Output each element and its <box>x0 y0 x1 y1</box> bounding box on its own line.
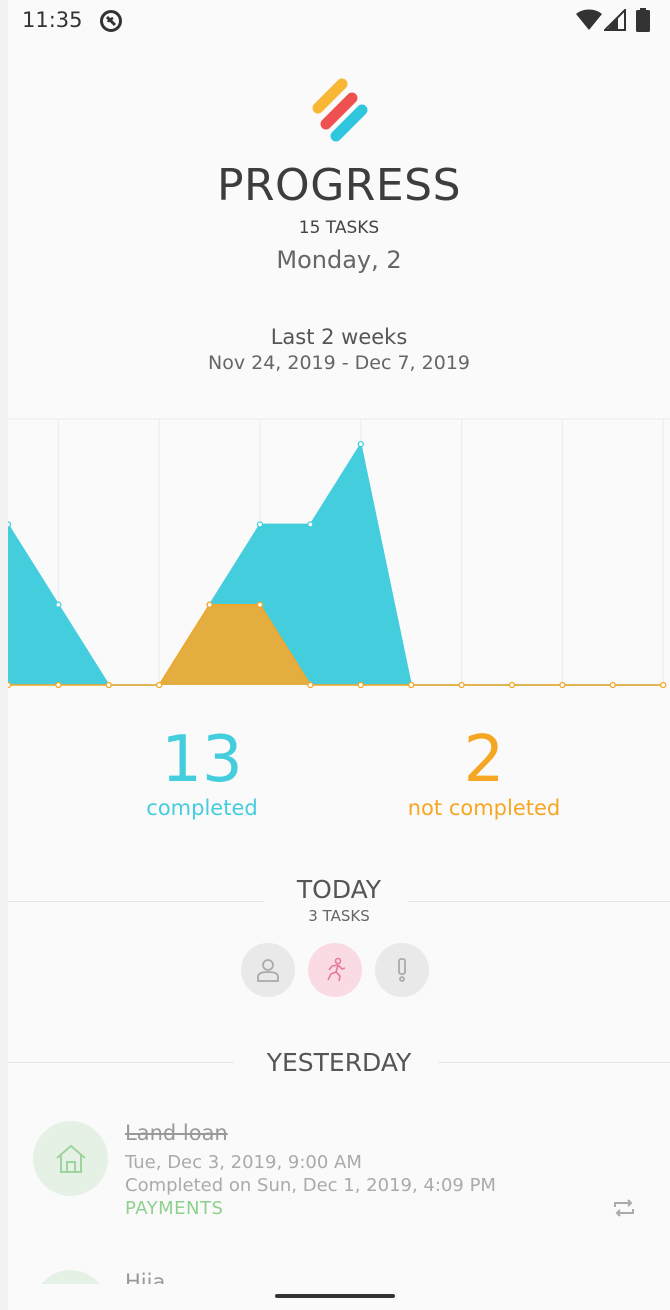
progress-screen: 11:35 PROGRESS 15 TASKS Monday, 2 Last 2… <box>8 0 670 1310</box>
data-point-not-completed <box>55 681 62 689</box>
progress-chart <box>8 418 670 689</box>
home-indicator[interactable] <box>275 1294 395 1298</box>
data-point-not-completed <box>8 681 12 689</box>
signal-icon <box>604 9 626 31</box>
data-point-not-completed <box>256 601 264 608</box>
task-count: 15 TASKS <box>298 218 380 238</box>
completed-stat: 13 completed <box>72 722 332 820</box>
not-completed-stat: 2 not completed <box>354 722 614 820</box>
task-completed-date: Completed on Sun, Dec 1, 2019, 4:09 PM <box>125 1175 496 1196</box>
current-date: Monday, 2 <box>276 246 402 274</box>
task-category-label: PAYMENTS <box>125 1198 224 1219</box>
task-category-icon[interactable] <box>33 1121 108 1196</box>
status-time: 11:35 <box>22 8 83 32</box>
data-point-completed <box>307 521 314 528</box>
range-title: Last 2 weeks <box>270 325 408 349</box>
exclamation-icon <box>398 958 406 982</box>
series-area-completed <box>8 444 664 685</box>
not-completed-label: not completed <box>407 796 561 820</box>
data-point-not-completed <box>559 681 566 689</box>
data-point-not-completed <box>660 681 667 689</box>
category-important[interactable] <box>375 943 429 997</box>
range-dates: Nov 24, 2019 - Dec 7, 2019 <box>208 352 470 374</box>
runner-icon <box>327 957 346 982</box>
today-task-count: 3 TASKS <box>308 907 370 925</box>
category-sport[interactable] <box>308 943 362 997</box>
data-point-not-completed <box>458 681 465 689</box>
completed-count: 13 <box>161 723 243 797</box>
category-person[interactable] <box>241 943 295 997</box>
data-point-not-completed <box>508 681 516 689</box>
completed-label: completed <box>146 796 258 820</box>
today-title: TODAY <box>296 875 382 904</box>
yesterday-title: YESTERDAY <box>266 1048 412 1077</box>
task-title[interactable]: Land loan <box>125 1121 228 1145</box>
data-point-not-completed <box>206 601 213 608</box>
data-point-not-completed <box>408 681 415 689</box>
data-point-not-completed <box>609 681 616 689</box>
app-logo <box>312 78 368 142</box>
data-point-not-completed <box>105 681 112 689</box>
data-point-completed <box>55 601 62 608</box>
battery-icon <box>636 8 650 32</box>
person-icon <box>257 959 279 982</box>
do-not-disturb-icon <box>100 10 122 32</box>
data-point-completed <box>256 521 264 528</box>
home-icon <box>55 1144 86 1173</box>
data-point-not-completed <box>156 681 163 689</box>
page-title: PROGRESS <box>216 160 462 211</box>
data-point-completed <box>8 521 12 528</box>
repeat-icon[interactable] <box>612 1197 636 1219</box>
data-point-completed <box>357 440 364 448</box>
task-due-date: Tue, Dec 3, 2019, 9:00 AM <box>125 1152 362 1173</box>
status-bar: 11:35 <box>8 0 670 42</box>
data-point-not-completed <box>307 681 314 689</box>
wifi-icon <box>576 9 602 30</box>
data-point-not-completed <box>357 681 364 689</box>
not-completed-count: 2 <box>463 723 505 797</box>
